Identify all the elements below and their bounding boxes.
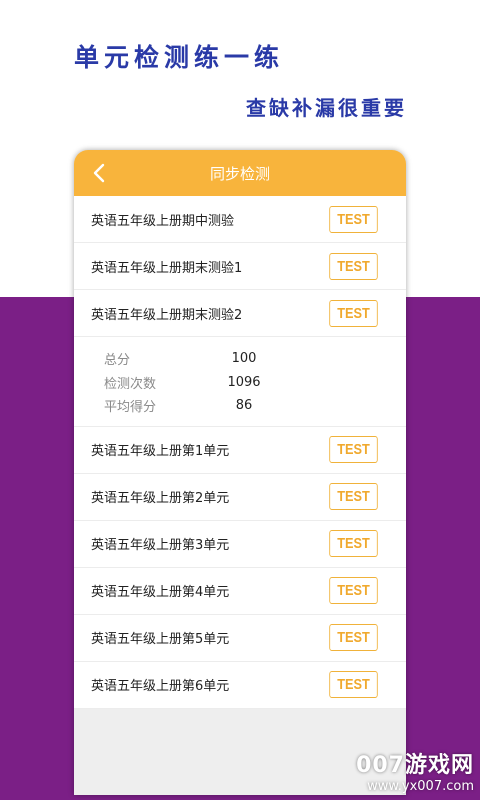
list-item[interactable]: 英语五年级上册第1单元 TEST <box>74 427 406 474</box>
list-item-label: 英语五年级上册第6单元 <box>91 679 230 694</box>
stat-label: 总分 <box>104 353 131 369</box>
test-button[interactable]: TEST <box>329 671 378 698</box>
test-button[interactable]: TEST <box>329 252 378 280</box>
test-button[interactable]: TEST <box>329 624 378 651</box>
list-item[interactable]: 英语五年级上册第5单元 TEST <box>74 615 406 662</box>
list-item[interactable]: 英语五年级上册期末测验1 TEST <box>74 243 406 290</box>
list-item-label: 英语五年级上册第4单元 <box>91 585 230 600</box>
site-watermark: 007游戏网 www.yx007.com <box>356 747 474 794</box>
list-item-label: 英语五年级上册第1单元 <box>91 444 230 459</box>
promo-headline: 单元检测练一练 <box>74 43 285 72</box>
list-item[interactable]: 英语五年级上册第6单元 TEST <box>74 662 406 709</box>
list-item[interactable]: 英语五年级上册第3单元 TEST <box>74 521 406 568</box>
list-item-label: 英语五年级上册期中测验 <box>91 213 235 229</box>
test-button[interactable]: TEST <box>329 483 378 510</box>
test-button[interactable]: TEST <box>329 530 378 557</box>
watermark-brand: 007游戏网 <box>356 753 474 778</box>
list-item-label: 英语五年级上册第2单元 <box>91 491 230 506</box>
page-title: 同步检测 <box>209 165 270 183</box>
list-item[interactable]: 英语五年级上册期中测验 TEST <box>74 196 406 243</box>
stat-label: 检测次数 <box>104 376 157 392</box>
list-item-label: 英语五年级上册第3单元 <box>91 538 230 553</box>
list-item[interactable]: 英语五年级上册第2单元 TEST <box>74 474 406 521</box>
list-item-label: 英语五年级上册第5单元 <box>91 632 230 647</box>
test-button[interactable]: TEST <box>329 205 378 233</box>
test-list: 英语五年级上册期中测验 TEST 英语五年级上册期末测验1 TEST 英语五年级… <box>74 196 406 709</box>
app-header: 同步检测 <box>74 150 406 196</box>
stat-label: 平均得分 <box>104 400 157 416</box>
stat-value: 1096 <box>227 374 261 390</box>
list-item[interactable]: 英语五年级上册第4单元 TEST <box>74 568 406 615</box>
promo-subline: 查缺补漏很重要 <box>246 96 407 120</box>
test-button[interactable]: TEST <box>329 436 378 463</box>
list-item[interactable]: 英语五年级上册期末测验2 TEST <box>74 290 406 337</box>
test-button[interactable]: TEST <box>329 299 378 327</box>
stat-value: 86 <box>235 398 253 414</box>
phone-screen: 同步检测 英语五年级上册期中测验 TEST 英语五年级上册期末测验1 TEST … <box>74 150 406 795</box>
list-item-label: 英语五年级上册期末测验2 <box>91 307 243 323</box>
test-button[interactable]: TEST <box>329 577 378 604</box>
stats-panel: 总分 100 检测次数 1096 平均得分 86 <box>74 337 406 427</box>
stat-value: 100 <box>231 351 257 367</box>
list-item-label: 英语五年级上册期末测验1 <box>91 260 243 276</box>
stat-total: 总分 100 <box>104 347 406 371</box>
stat-attempts: 检测次数 1096 <box>104 371 406 395</box>
watermark-url: www.yx007.com <box>367 779 474 794</box>
stat-average: 平均得分 86 <box>104 394 406 418</box>
